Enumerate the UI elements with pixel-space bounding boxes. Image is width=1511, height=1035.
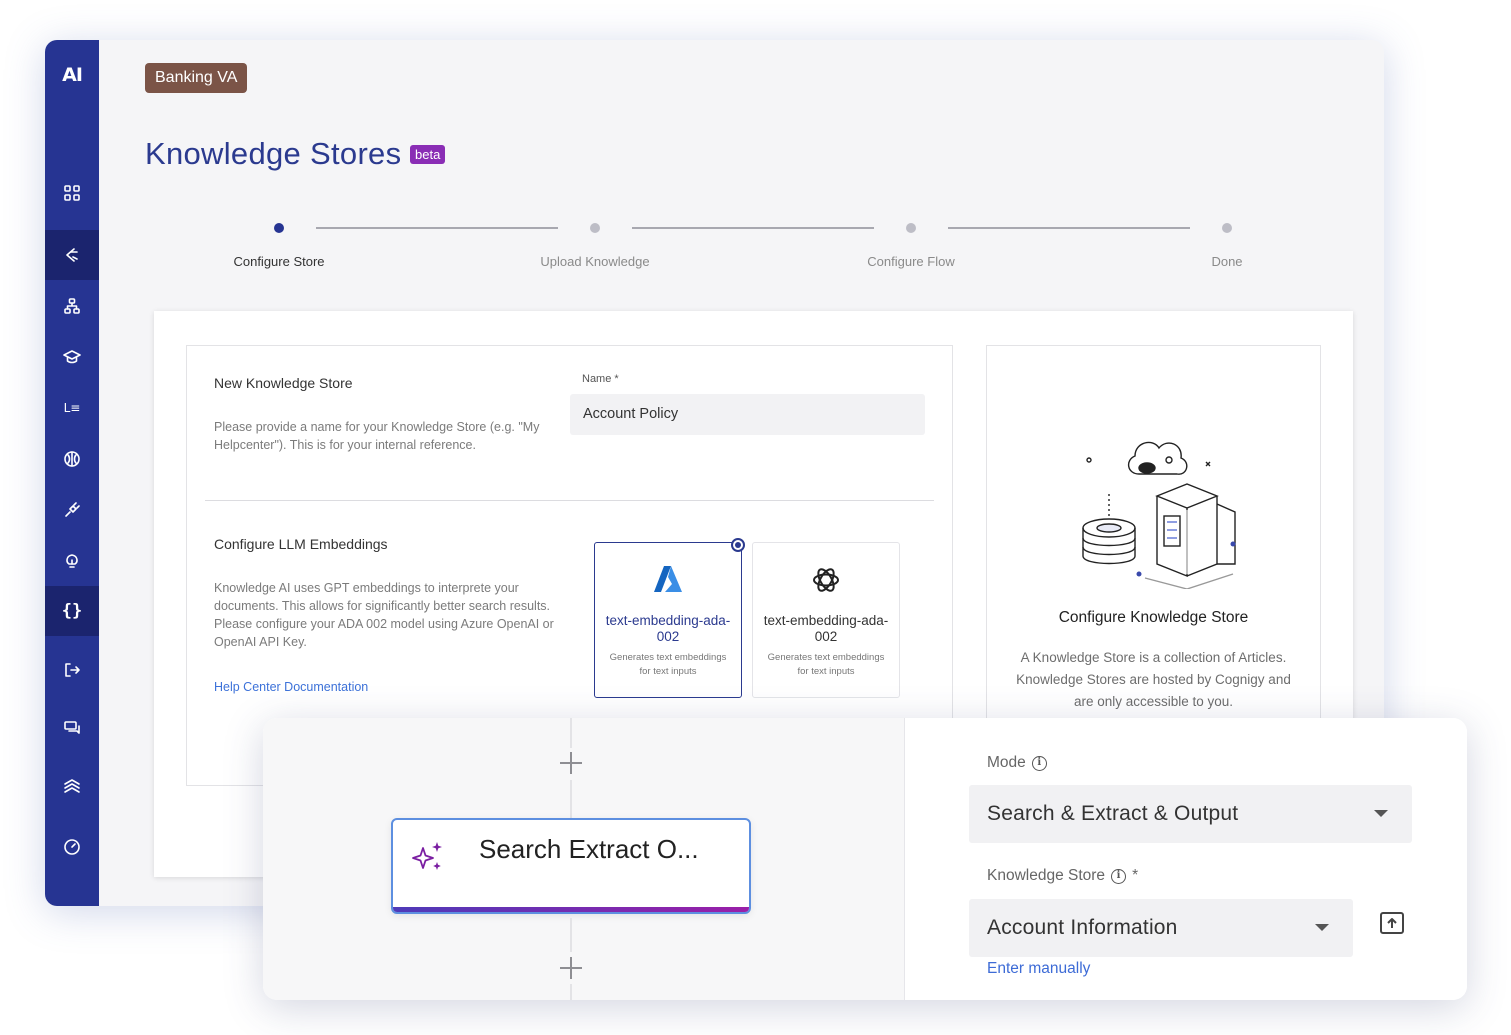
mode-label: Mode i [987,754,1047,772]
node-title: Search Extract O... [479,834,699,864]
flow-canvas[interactable]: Search Extract O... [263,718,904,1000]
add-node-icon[interactable] [559,751,583,775]
plug-icon [65,502,80,517]
node-settings-panel: Mode i Search & Extract & Output Knowled… [904,718,1467,1000]
model-description: Generates text embeddings for text input… [767,652,885,677]
sidebar-item-insights[interactable] [45,536,99,586]
step-label-configure-flow: Configure Flow [867,254,955,269]
model-card-openai[interactable]: text-embedding-ada-002 Generates text em… [752,542,900,698]
search-extract-output-node[interactable]: Search Extract O... [391,818,751,914]
flow-connector [570,718,572,748]
app-logo[interactable]: AI [45,64,99,86]
info-title: Configure Knowledge Store [1058,609,1249,626]
sidebar: AI L≡ {} [45,40,99,906]
step-dot-upload-knowledge [590,223,600,233]
list-icon: L≡ [63,401,81,415]
step-dot-configure-flow [906,223,916,233]
info-icon[interactable]: i [1031,755,1047,771]
llm-embeddings-title: Configure LLM Embeddings [214,536,388,552]
new-store-title: New Knowledge Store [214,375,353,391]
model-description: Generates text embeddings for text input… [609,652,727,677]
project-chip[interactable]: Banking VA [145,63,248,93]
sidebar-item-lexicons[interactable]: L≡ [45,383,99,433]
sidebar-item-endpoints[interactable] [45,645,99,695]
knowledge-icon [66,248,78,262]
help-center-link[interactable]: Help Center Documentation [214,680,368,694]
step-connector [632,227,874,229]
flow-connector [570,918,572,952]
mode-select-value: Search & Extract & Output [987,802,1239,825]
chevron-down-icon [1374,810,1388,817]
logout-icon [65,663,80,677]
section-divider [205,500,934,501]
flow-connector [570,780,572,818]
selected-radio[interactable] [731,538,745,552]
step-dot-done [1222,223,1232,233]
sidebar-item-training[interactable] [45,332,99,382]
flow-icon [64,298,80,314]
knowledge-store-illustration [1069,424,1239,594]
graduation-cap-icon [63,350,81,364]
brain-icon [64,451,80,467]
enter-manually-link[interactable]: Enter manually [987,960,1090,978]
open-external-icon[interactable] [1379,911,1405,935]
openai-icon [753,565,899,595]
step-dot-configure-store [274,223,284,233]
info-icon[interactable]: i [1111,868,1127,884]
name-input[interactable]: Account Policy [570,394,925,435]
required-marker: * [1132,867,1139,884]
flow-editor-overlay: Search Extract O... Mode i Search & Extr… [263,718,1467,1000]
flow-connector [570,984,572,1000]
sidebar-item-conversations[interactable] [45,703,99,753]
chevron-down-icon [1315,924,1329,931]
add-node-icon[interactable] [559,956,583,980]
step-label-configure-store: Configure Store [233,254,325,269]
chat-icon [64,721,80,734]
step-connector [316,227,558,229]
step-label-upload-knowledge: Upload Knowledge [540,254,650,269]
knowledge-store-select-value: Account Information [987,916,1178,939]
lightbulb-icon [66,554,78,568]
mode-select[interactable]: Search & Extract & Output [969,785,1412,843]
name-field-label: Name * [582,373,619,385]
model-name: text-embedding-ada-002 [763,613,889,644]
layers-icon [64,779,80,793]
sidebar-item-code[interactable]: {} [45,586,99,636]
sidebar-item-extensions[interactable] [45,485,99,535]
gauge-icon [64,839,80,855]
model-card-azure[interactable]: text-embedding-ada-002 Generates text em… [594,538,745,698]
azure-icon [595,565,741,593]
mode-label-text: Mode [987,754,1026,771]
step-label-done: Done [1211,254,1243,269]
sidebar-item-flows[interactable] [45,281,99,331]
sidebar-item-knowledge[interactable] [45,230,99,280]
step-connector [948,227,1190,229]
knowledge-store-label: Knowledge Store i * [987,867,1138,885]
braces-icon: {} [61,601,83,621]
model-name: text-embedding-ada-002 [605,613,731,644]
sidebar-item-analytics[interactable] [45,822,99,872]
knowledge-store-label-text: Knowledge Store [987,867,1106,884]
sidebar-item-overview[interactable] [45,168,99,218]
sparkle-icon [412,842,442,870]
llm-embeddings-description: Knowledge AI uses GPT embeddings to inte… [214,581,554,649]
sidebar-item-intents[interactable] [45,434,99,484]
new-store-description: Please provide a name for your Knowledge… [214,420,540,452]
beta-badge: beta [410,145,446,164]
page-title: Knowledge Stores [145,136,402,171]
grid-icon [64,185,80,201]
node-accent-bar [393,907,749,912]
info-description: A Knowledge Store is a collection of Art… [1016,650,1291,709]
sidebar-item-deploy[interactable] [45,761,99,811]
knowledge-store-select[interactable]: Account Information [969,899,1353,957]
